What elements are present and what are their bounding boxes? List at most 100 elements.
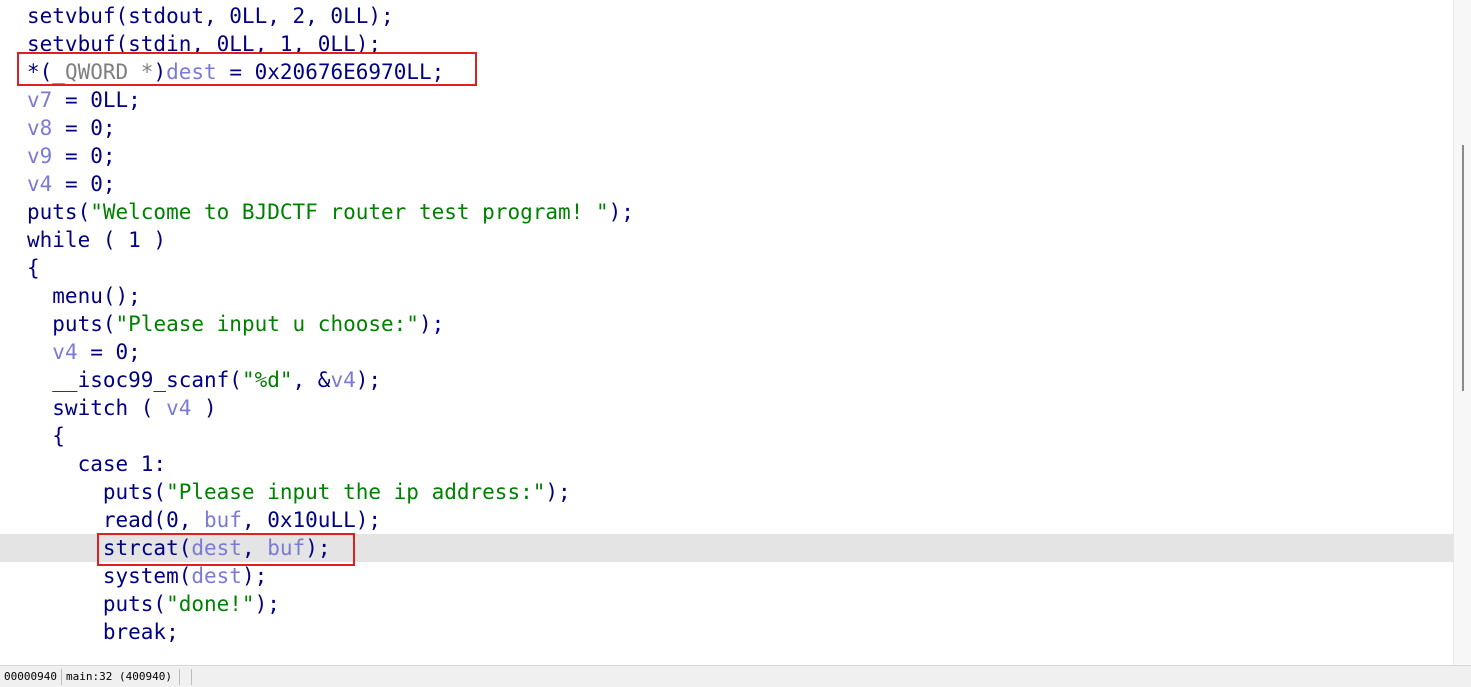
code-token: = 0; bbox=[52, 172, 116, 196]
code-line[interactable]: case 1: bbox=[0, 450, 1453, 478]
code-text: read(0, buf, 0x10uLL); bbox=[27, 506, 381, 534]
code-line[interactable]: setvbuf(stdin, 0LL, 1, 0LL); bbox=[0, 30, 1453, 58]
identifier-token[interactable]: buf bbox=[204, 508, 242, 532]
status-bar: 00000940 main:32 (400940) bbox=[0, 665, 1471, 687]
code-line[interactable]: while ( 1 ) bbox=[0, 226, 1453, 254]
string-literal-token: "Please input the ip address:" bbox=[166, 480, 546, 504]
code-token: system( bbox=[27, 564, 192, 588]
identifier-token[interactable]: v8 bbox=[27, 116, 52, 140]
identifier-token[interactable]: v7 bbox=[27, 88, 52, 112]
code-line[interactable]: break; bbox=[0, 618, 1453, 646]
scrollbar-thumb[interactable] bbox=[1462, 145, 1464, 391]
status-address: 00000940 bbox=[0, 669, 62, 685]
code-line[interactable]: puts("Welcome to BJDCTF router test prog… bbox=[0, 198, 1453, 226]
code-text: break; bbox=[27, 618, 179, 646]
code-token: read(0, bbox=[27, 508, 205, 532]
code-token: = 0; bbox=[52, 144, 116, 168]
code-text: puts("Please input u choose:"); bbox=[27, 310, 444, 338]
code-token: menu(); bbox=[27, 284, 141, 308]
pseudocode-view[interactable]: setvbuf(stdout, 0LL, 2, 0LL); setvbuf(std… bbox=[0, 0, 1453, 665]
code-text: __isoc99_scanf("%d", &v4); bbox=[27, 366, 381, 394]
code-text: while ( 1 ) bbox=[27, 226, 166, 254]
code-token: case 1: bbox=[27, 452, 167, 476]
code-token: puts( bbox=[27, 312, 116, 336]
code-line[interactable]: puts("Please input the ip address:"); bbox=[0, 478, 1453, 506]
code-text: puts("Welcome to BJDCTF router test prog… bbox=[27, 198, 634, 226]
code-token: while ( 1 ) bbox=[27, 228, 167, 252]
identifier-token[interactable]: v4 bbox=[330, 368, 355, 392]
code-text: puts("Please input the ip address:"); bbox=[27, 478, 571, 506]
code-token: ); bbox=[355, 368, 382, 392]
code-line[interactable]: switch ( v4 ) bbox=[0, 394, 1453, 422]
code-text: system(dest); bbox=[27, 562, 267, 590]
code-text: menu(); bbox=[27, 282, 141, 310]
status-empty-cell bbox=[180, 669, 192, 685]
code-token: , 0x10uLL); bbox=[241, 508, 382, 532]
vertical-scrollbar[interactable] bbox=[1453, 0, 1471, 665]
code-line[interactable]: setvbuf(stdout, 0LL, 2, 0LL); bbox=[0, 2, 1453, 30]
code-token: = 0; bbox=[52, 116, 116, 140]
code-token: puts( bbox=[27, 200, 91, 224]
code-line-current[interactable]: strcat(dest, buf); bbox=[0, 534, 1453, 562]
code-token: __isoc99_scanf( bbox=[27, 368, 242, 392]
identifier-token[interactable]: buf bbox=[267, 536, 305, 560]
code-token: ); bbox=[241, 564, 268, 588]
identifier-token[interactable]: v4 bbox=[27, 172, 52, 196]
type-token: _QWORD * bbox=[52, 60, 154, 84]
code-token: ); bbox=[254, 592, 280, 616]
string-literal-token: "done!" bbox=[166, 592, 255, 616]
code-line[interactable]: menu(); bbox=[0, 282, 1453, 310]
code-token: puts( bbox=[27, 592, 167, 616]
code-line[interactable]: puts("Please input u choose:"); bbox=[0, 310, 1453, 338]
code-line[interactable]: *(_QWORD *)dest = 0x20676E6970LL; bbox=[0, 58, 1453, 86]
code-line[interactable]: system(dest); bbox=[0, 562, 1453, 590]
string-literal-token: "%d" bbox=[241, 368, 293, 392]
code-line[interactable]: read(0, buf, 0x10uLL); bbox=[0, 506, 1453, 534]
code-token: setvbuf(stdout, 0LL, 2, 0LL); bbox=[27, 4, 394, 28]
string-literal-token: "Welcome to BJDCTF router test program! … bbox=[90, 200, 609, 224]
code-token: , & bbox=[292, 368, 331, 392]
code-text: v8 = 0; bbox=[27, 114, 116, 142]
identifier-token[interactable]: v9 bbox=[27, 144, 52, 168]
code-text: v4 = 0; bbox=[27, 170, 116, 198]
code-line[interactable]: v7 = 0LL; bbox=[0, 86, 1453, 114]
code-token: setvbuf(stdin, 0LL, 1, 0LL); bbox=[27, 32, 382, 56]
code-line[interactable]: v4 = 0; bbox=[0, 338, 1453, 366]
code-text: puts("done!"); bbox=[27, 590, 280, 618]
code-line[interactable]: { bbox=[0, 422, 1453, 450]
code-token: { bbox=[27, 424, 65, 448]
code-text: { bbox=[27, 422, 65, 450]
string-literal-token: "Please input u choose:" bbox=[115, 312, 419, 336]
code-token: ); bbox=[305, 536, 331, 560]
code-line[interactable]: v9 = 0; bbox=[0, 142, 1453, 170]
code-token: = 0; bbox=[77, 340, 141, 364]
code-token: strcat( bbox=[27, 536, 192, 560]
code-token: puts( bbox=[27, 480, 167, 504]
code-text: strcat(dest, buf); bbox=[27, 534, 331, 562]
code-token: ) bbox=[191, 396, 217, 420]
code-line[interactable]: __isoc99_scanf("%d", &v4); bbox=[0, 366, 1453, 394]
status-location: main:32 (400940) bbox=[62, 669, 180, 685]
code-line[interactable]: { bbox=[0, 254, 1453, 282]
code-text: switch ( v4 ) bbox=[27, 394, 217, 422]
code-line[interactable]: puts("done!"); bbox=[0, 590, 1453, 618]
code-text: v7 = 0LL; bbox=[27, 86, 141, 114]
identifier-token[interactable]: v4 bbox=[166, 396, 191, 420]
code-token: { bbox=[27, 256, 40, 280]
code-line[interactable]: v8 = 0; bbox=[0, 114, 1453, 142]
code-token: = 0LL; bbox=[52, 88, 141, 112]
code-text: setvbuf(stdin, 0LL, 1, 0LL); bbox=[27, 30, 381, 58]
identifier-token[interactable]: v4 bbox=[52, 340, 77, 364]
code-token: , bbox=[241, 536, 268, 560]
identifier-token[interactable]: dest bbox=[191, 536, 242, 560]
code-token: ); bbox=[608, 200, 634, 224]
code-line[interactable]: v4 = 0; bbox=[0, 170, 1453, 198]
code-token: *( bbox=[27, 60, 53, 84]
code-token: break; bbox=[27, 620, 179, 644]
identifier-token[interactable]: dest bbox=[166, 60, 217, 84]
identifier-token[interactable]: dest bbox=[191, 564, 242, 588]
code-text: setvbuf(stdout, 0LL, 2, 0LL); bbox=[27, 2, 394, 30]
code-token: switch ( bbox=[27, 396, 167, 420]
code-token: ) bbox=[153, 60, 167, 84]
